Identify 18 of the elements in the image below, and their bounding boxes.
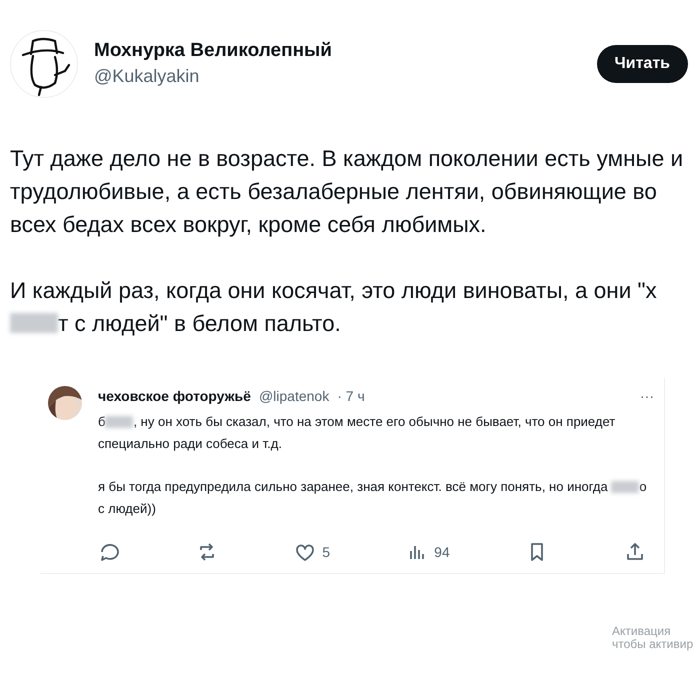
- follow-button[interactable]: Читать: [596, 45, 688, 83]
- author-handle: @Kukalyakin: [94, 64, 200, 88]
- more-button[interactable]: ···: [640, 386, 654, 407]
- post-text: Тут даже дело не в возрасте. В каждом поколении есть умные и трудолюбивые, а есть безалаберные лентяи, обвиняющие во всех бедах всех вокруг, кроме себя любимых.: [10, 145, 684, 239]
- reply-icon[interactable]: [98, 541, 120, 563]
- post-time: · 7 ч: [337, 387, 365, 406]
- author-name: Мохнурка Великолепный: [94, 38, 333, 62]
- share-icon[interactable]: [624, 541, 646, 563]
- avatar[interactable]: [10, 30, 78, 98]
- quoted-text: б , ну он хоть бы сказал, что на этом месте его обычно не бывает, что он приедет специально ради собеса и т.д.: [98, 413, 616, 453]
- quoted-handle: @lipatenok: [258, 387, 330, 406]
- action-count: 94: [434, 542, 450, 562]
- quoted-author: чеховское фоторужьё: [98, 387, 251, 406]
- activation-title: Активация: [612, 625, 672, 638]
- action-count: 5: [322, 542, 330, 562]
- quoted-text: я бы тогда предупредила сильно заранее, зная контекст. всё могу понять, но иногда о с людей)): [98, 478, 648, 518]
- activation-subtitle: чтобы активир: [612, 638, 694, 651]
- post-text: И каждый раз, когда они косячат, это люди виноваты, а они "х т с людей" в белом пальто.: [10, 277, 658, 338]
